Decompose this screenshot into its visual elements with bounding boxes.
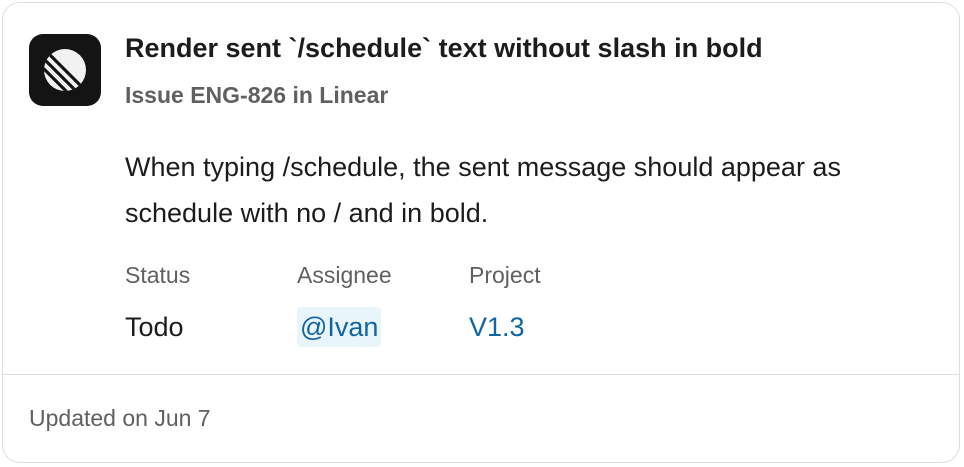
status-label: Status: [125, 262, 191, 288]
assignee-field: Assignee @Ivan: [297, 259, 392, 347]
issue-unfurl-card: Render sent `/schedule` text without sla…: [2, 2, 960, 463]
linear-logo-icon[interactable]: [29, 34, 101, 106]
project-link[interactable]: V1.3: [469, 312, 525, 342]
issue-subtitle: Issue ENG-826 in Linear: [125, 82, 389, 108]
status-field: Status Todo: [125, 259, 190, 347]
issue-title[interactable]: Render sent `/schedule` text without sla…: [125, 33, 763, 64]
footer-divider: [3, 374, 959, 375]
updated-timestamp: Updated on Jun 7: [29, 405, 211, 431]
status-value: Todo: [125, 312, 184, 342]
project-field: Project V1.3: [469, 259, 541, 347]
project-label: Project: [469, 262, 541, 288]
assignee-label: Assignee: [297, 262, 392, 288]
assignee-mention[interactable]: @Ivan: [297, 307, 382, 347]
issue-description: When typing /schedule, the sent message …: [125, 152, 841, 228]
